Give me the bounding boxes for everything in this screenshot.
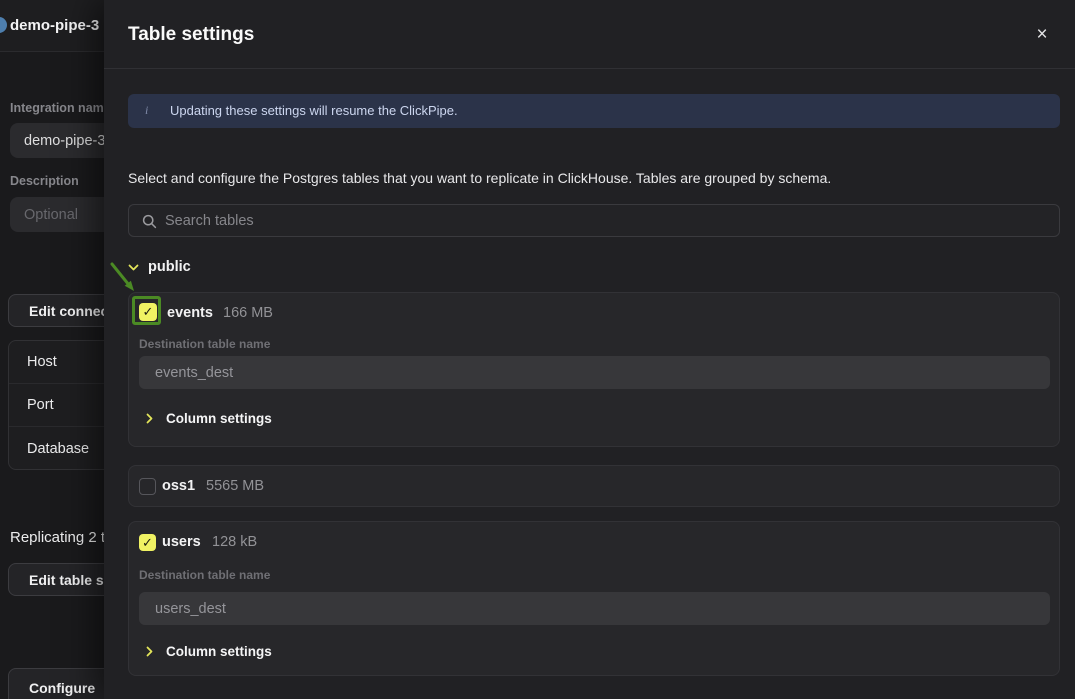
description-label: Description (10, 174, 79, 188)
users-checkbox[interactable]: ✓ (139, 534, 156, 551)
users-destination-input[interactable] (139, 592, 1050, 625)
schema-name: public (148, 259, 191, 275)
modal-title: Table settings (128, 24, 254, 46)
chevron-down-icon (128, 264, 139, 271)
destination-table-label: Destination table name (139, 568, 270, 582)
schema-group-public[interactable]: public (128, 258, 191, 276)
oss1-checkbox[interactable] (139, 478, 156, 495)
table-card-oss1: oss1 5565 MB (128, 465, 1060, 507)
table-settings-modal: Table settings × i Updating these settin… (104, 0, 1075, 699)
pipe-title: demo-pipe-3 (10, 17, 99, 34)
table-card-events: ✓ events 166 MB Destination table name C… (128, 292, 1060, 447)
app-root: demo-pipe-3 Integration name Description… (0, 0, 1075, 699)
close-icon[interactable]: × (1030, 23, 1054, 47)
table-size: 166 MB (223, 305, 273, 321)
table-name: oss1 (162, 478, 195, 494)
info-icon: i (145, 103, 148, 118)
table-card-users: ✓ users 128 kB Destination table name Co… (128, 521, 1060, 676)
table-name: users (162, 534, 201, 550)
column-settings-label: Column settings (166, 411, 272, 426)
users-column-settings-toggle[interactable]: Column settings (146, 644, 272, 659)
integration-name-label: Integration name (10, 101, 111, 115)
info-banner-text: Updating these settings will resume the … (170, 103, 458, 118)
column-settings-label: Column settings (166, 644, 272, 659)
modal-description: Select and configure the Postgres tables… (128, 170, 1060, 186)
postgres-icon (0, 17, 7, 33)
chevron-right-icon (146, 413, 153, 424)
chevron-right-icon (146, 646, 153, 657)
search-icon (142, 214, 157, 229)
events-checkbox[interactable]: ✓ (139, 303, 157, 321)
table-size: 5565 MB (206, 478, 264, 494)
events-column-settings-toggle[interactable]: Column settings (146, 411, 272, 426)
search-input[interactable] (165, 205, 1051, 236)
search-box (128, 204, 1060, 237)
table-name: events (167, 305, 213, 321)
events-destination-input[interactable] (139, 356, 1050, 389)
table-size: 128 kB (212, 534, 257, 550)
info-banner: i Updating these settings will resume th… (128, 94, 1060, 128)
header-divider (104, 68, 1075, 69)
destination-table-label: Destination table name (139, 337, 270, 351)
